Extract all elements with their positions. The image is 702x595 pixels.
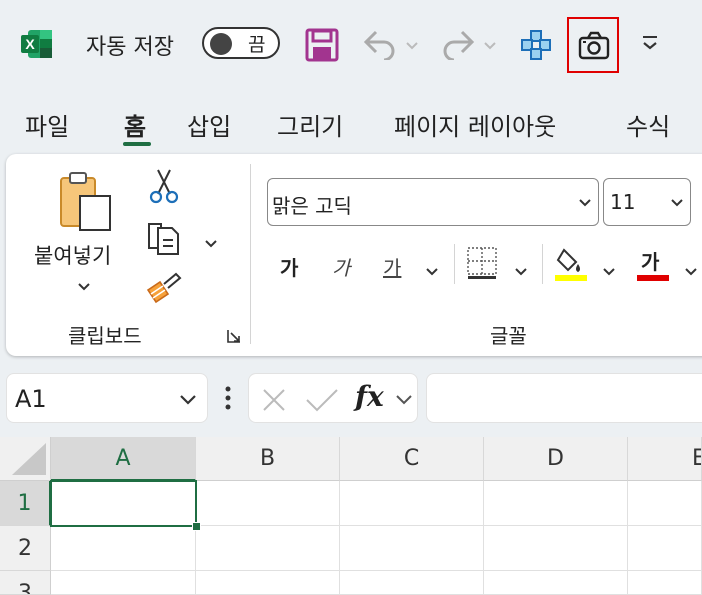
fill-color-swatch — [555, 275, 587, 281]
cell-d2[interactable] — [484, 526, 628, 571]
cell-c2[interactable] — [340, 526, 484, 571]
row-header-2[interactable]: 2 — [0, 526, 51, 571]
autosave-state-label: 끔 — [248, 34, 266, 56]
font-color-dropdown-icon[interactable] — [684, 262, 698, 281]
cell-c3[interactable] — [340, 571, 484, 595]
paste-dropdown-icon — [78, 283, 90, 291]
undo-dropdown-icon[interactable] — [405, 36, 419, 55]
redo-icon[interactable] — [440, 28, 476, 62]
undo-icon[interactable] — [362, 28, 398, 62]
fill-color-icon[interactable] — [554, 246, 588, 282]
cancel-icon[interactable] — [261, 387, 287, 413]
formula-input[interactable] — [426, 373, 702, 423]
font-name-dropdown[interactable]: 맑은 고딕 — [267, 178, 599, 226]
customize-qat-icon[interactable] — [640, 34, 660, 56]
font-group-label: 글꼴 — [490, 324, 527, 348]
save-icon[interactable] — [305, 28, 339, 62]
active-tab-indicator — [123, 142, 151, 146]
paste-icon — [60, 172, 111, 231]
cell-b1[interactable] — [196, 481, 340, 526]
redo-dropdown-icon[interactable] — [483, 36, 497, 55]
tab-insert[interactable]: 삽입 — [187, 107, 231, 142]
chevron-down-icon — [579, 199, 591, 207]
autosave-label: 자동 저장 — [86, 35, 174, 60]
paste-button[interactable]: 붙여넣기 — [28, 170, 138, 300]
autosave-toggle[interactable]: 끔 — [202, 27, 280, 59]
cell-e3[interactable] — [628, 571, 702, 595]
borders-dropdown-icon[interactable] — [514, 262, 528, 281]
tab-page-layout[interactable]: 페이지 레이아웃 — [394, 107, 556, 142]
cell-c1[interactable] — [340, 481, 484, 526]
font-separator — [454, 244, 455, 284]
font-color-swatch — [637, 275, 669, 281]
clipboard-launcher-icon[interactable] — [226, 328, 242, 348]
clipboard-group-label: 클립보드 — [68, 324, 142, 348]
enter-icon[interactable] — [305, 387, 339, 413]
chevron-down-icon — [180, 395, 196, 405]
formula-buttons: fx — [248, 373, 418, 423]
column-header-e[interactable]: E — [628, 437, 702, 481]
more-options-icon[interactable] — [224, 385, 232, 415]
select-all-corner[interactable] — [0, 437, 51, 481]
paste-label: 붙여넣기 — [34, 244, 112, 268]
underline-dropdown-icon[interactable] — [425, 262, 439, 281]
chevron-down-icon[interactable] — [395, 394, 413, 406]
italic-button[interactable]: 가 — [332, 252, 350, 281]
name-box[interactable]: A1 — [6, 373, 208, 423]
cell-e1[interactable] — [628, 481, 702, 526]
tab-home[interactable]: 홈 — [124, 107, 146, 142]
cell-e2[interactable] — [628, 526, 702, 571]
selected-cell-a1[interactable] — [50, 480, 197, 527]
cell-b2[interactable] — [196, 526, 340, 571]
format-painter-icon[interactable] — [146, 272, 182, 304]
chevron-down-icon — [671, 199, 683, 207]
svg-text:X: X — [25, 36, 35, 52]
column-header-a[interactable]: A — [51, 437, 196, 481]
tab-draw[interactable]: 그리기 — [277, 107, 343, 142]
column-header-b[interactable]: B — [196, 437, 340, 481]
fill-handle[interactable] — [192, 522, 201, 531]
row-header-3[interactable]: 3 — [0, 571, 51, 595]
font-size-value: 11 — [610, 190, 636, 214]
underline-button[interactable]: 가 — [383, 252, 401, 281]
cell-b3[interactable] — [196, 571, 340, 595]
fill-color-dropdown-icon[interactable] — [602, 262, 616, 281]
toggle-knob — [210, 33, 232, 55]
font-color-glyph: 가 — [641, 250, 660, 274]
font-size-dropdown[interactable]: 11 — [603, 178, 691, 226]
font-color-button[interactable]: 가 — [636, 246, 670, 282]
excel-logo-icon: X — [20, 28, 54, 60]
cell-d1[interactable] — [484, 481, 628, 526]
column-header-c[interactable]: C — [340, 437, 484, 481]
font-separator — [542, 244, 543, 284]
column-header-d[interactable]: D — [484, 437, 628, 481]
add-in-icon[interactable] — [520, 29, 552, 61]
copy-icon[interactable] — [146, 220, 182, 256]
group-separator — [250, 164, 251, 344]
camera-button[interactable] — [567, 17, 619, 73]
row-header-1[interactable]: 1 — [0, 481, 51, 526]
font-name-value: 맑은 고딕 — [272, 194, 352, 218]
copy-dropdown-icon[interactable] — [204, 234, 218, 253]
camera-icon — [578, 31, 610, 60]
ribbon: 붙여넣기 클립보드 맑은 고딕 11 가 가 가 가 글꼴 — [6, 154, 702, 356]
borders-icon[interactable] — [466, 246, 498, 280]
tab-formulas[interactable]: 수식 — [626, 107, 670, 142]
cell-a3[interactable] — [51, 571, 196, 595]
name-box-value: A1 — [15, 385, 47, 413]
cell-a2[interactable] — [51, 526, 196, 571]
bold-button[interactable]: 가 — [280, 252, 298, 281]
cut-icon[interactable] — [149, 168, 179, 204]
insert-function-button[interactable]: fx — [355, 380, 384, 413]
tab-file[interactable]: 파일 — [25, 107, 69, 142]
cell-d3[interactable] — [484, 571, 628, 595]
